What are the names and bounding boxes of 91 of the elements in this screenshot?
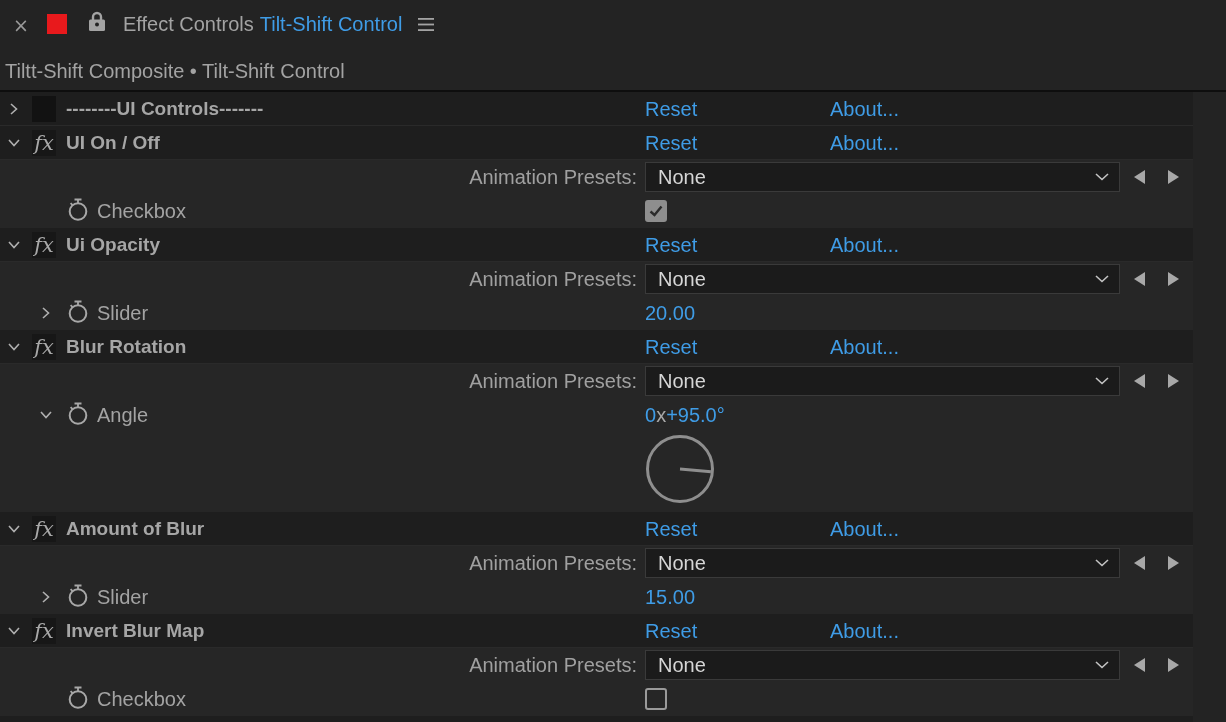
next-preset-button[interactable] (1168, 170, 1179, 184)
previous-preset-button[interactable] (1134, 272, 1145, 286)
triangle-left-icon (1134, 374, 1145, 388)
panel-title: Effect Controls (122, 12, 254, 36)
about-link[interactable]: About... (830, 618, 899, 643)
effect-toggle[interactable]: fx (32, 129, 56, 156)
property-name: Slider (97, 301, 149, 325)
about-link[interactable]: About... (830, 96, 899, 121)
reset-link[interactable]: Reset (645, 130, 698, 155)
slider-value[interactable]: 20.00 (645, 301, 696, 325)
stopwatch-icon[interactable] (67, 584, 89, 607)
presets-label: Animation Presets: (469, 369, 637, 393)
presets-dropdown[interactable]: None (645, 548, 1120, 578)
chevron-down-icon (1095, 377, 1109, 385)
triangle-left-icon (1134, 556, 1145, 570)
previous-preset-button[interactable] (1134, 170, 1145, 184)
chevron-down-icon (1095, 173, 1109, 181)
presets-label: Animation Presets: (469, 551, 637, 575)
triangle-left-icon (1134, 272, 1145, 286)
next-preset-button[interactable] (1168, 658, 1179, 672)
effect-toggle[interactable]: fx (32, 515, 56, 542)
reset-link[interactable]: Reset (645, 334, 698, 359)
triangle-left-icon (1134, 658, 1145, 672)
checkbox[interactable] (645, 200, 667, 222)
presets-label: Animation Presets: (469, 653, 637, 677)
triangle-left-icon (1134, 170, 1145, 184)
effect-name[interactable]: UI On / Off (66, 131, 160, 154)
layer-name[interactable]: Tilt-Shift Control (259, 12, 403, 36)
about-link[interactable]: About... (830, 130, 899, 155)
triangle-right-icon (1168, 374, 1179, 388)
presets-dropdown[interactable]: None (645, 650, 1120, 680)
angle-dial[interactable] (645, 434, 715, 504)
stopwatch-icon[interactable] (67, 198, 89, 221)
previous-preset-button[interactable] (1134, 658, 1145, 672)
next-preset-button[interactable] (1168, 272, 1179, 286)
presets-dropdown[interactable]: None (645, 162, 1120, 192)
color-swatch-icon (46, 14, 67, 34)
close-button[interactable]: × (13, 14, 29, 36)
presets-dropdown[interactable]: None (645, 366, 1120, 396)
effect-toggle[interactable]: fx (32, 333, 56, 360)
effect-name[interactable]: Blur Rotation (66, 335, 187, 358)
presets-label: Animation Presets: (469, 267, 637, 291)
reset-link[interactable]: Reset (645, 516, 698, 541)
stopwatch-icon[interactable] (67, 402, 89, 425)
triangle-right-icon (1168, 658, 1179, 672)
lock-icon[interactable] (88, 11, 105, 31)
property-name: Angle (97, 403, 149, 427)
about-link[interactable]: About... (830, 334, 899, 359)
presets-label: Animation Presets: (469, 165, 637, 189)
effect-toggle[interactable]: fx (32, 617, 56, 644)
triangle-right-icon (1168, 272, 1179, 286)
chevron-down-icon[interactable] (8, 626, 20, 635)
effect-name[interactable]: Invert Blur Map (66, 619, 205, 642)
property-name: Checkbox (97, 687, 186, 711)
chevron-down-icon[interactable] (8, 524, 20, 533)
next-preset-button[interactable] (1168, 374, 1179, 388)
effect-name[interactable]: Ui Opacity (66, 233, 160, 256)
chevron-down-icon[interactable] (40, 411, 52, 419)
property-name: Checkbox (97, 199, 186, 223)
chevron-down-icon (1095, 559, 1109, 567)
angle-value[interactable]: 0x+95.0° (645, 403, 725, 427)
effect-toggle[interactable]: fx (32, 231, 56, 258)
menu-icon[interactable] (418, 17, 435, 31)
reset-link[interactable]: Reset (645, 618, 698, 643)
chevron-down-icon[interactable] (8, 342, 20, 351)
reset-link[interactable]: Reset (645, 232, 698, 257)
slider-value[interactable]: 15.00 (645, 585, 696, 609)
triangle-right-icon (1168, 556, 1179, 570)
checkbox[interactable] (645, 688, 667, 710)
effect-name[interactable]: --------UI Controls------- (66, 97, 264, 120)
presets-dropdown[interactable]: None (645, 264, 1120, 294)
effect-name[interactable]: Amount of Blur (66, 517, 205, 540)
triangle-right-icon (1168, 170, 1179, 184)
about-link[interactable]: About... (830, 232, 899, 257)
next-preset-button[interactable] (1168, 556, 1179, 570)
chevron-right-icon[interactable] (42, 591, 50, 603)
previous-preset-button[interactable] (1134, 374, 1145, 388)
chevron-down-icon[interactable] (8, 138, 20, 147)
stopwatch-icon[interactable] (67, 300, 89, 323)
chevron-down-icon[interactable] (8, 240, 20, 249)
checkmark-icon (649, 205, 663, 217)
chevron-down-icon (1095, 275, 1109, 283)
chevron-right-icon[interactable] (8, 102, 20, 115)
stopwatch-icon[interactable] (67, 686, 89, 709)
chevron-down-icon (1095, 661, 1109, 669)
about-link[interactable]: About... (830, 516, 899, 541)
previous-preset-button[interactable] (1134, 556, 1145, 570)
chevron-right-icon[interactable] (42, 307, 50, 319)
breadcrumb: Tiltt-Shift Composite • Tilt-Shift Control (5, 59, 345, 83)
property-name: Slider (97, 585, 149, 609)
reset-link[interactable]: Reset (645, 96, 698, 121)
